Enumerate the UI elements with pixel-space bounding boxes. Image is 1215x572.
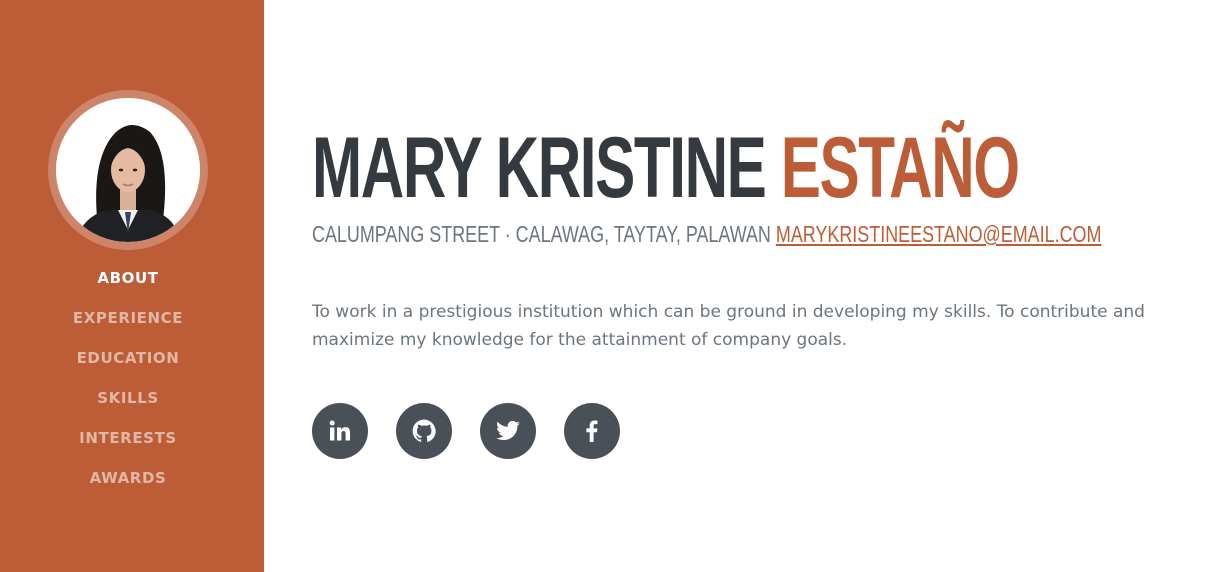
nav-link-about[interactable]: About: [97, 269, 158, 287]
nav-item-about: About: [0, 258, 256, 298]
github-icon: [412, 419, 436, 442]
nav-link-awards[interactable]: Awards: [90, 469, 167, 487]
last-name: ESTAÑO: [780, 120, 1020, 216]
about-section: MARY KRISTINE ESTAÑO CALUMPANG STREET · …: [312, 0, 1215, 572]
avatar-ring: [48, 90, 208, 250]
twitter-icon: [496, 420, 520, 441]
nav-item-interests: Interests: [0, 418, 256, 458]
objective-text: To work in a prestigious institution whi…: [312, 302, 1145, 350]
address: CALUMPANG STREET · CALAWAG, TAYTAY, PALA…: [312, 221, 771, 247]
nav-link-experience[interactable]: Experience: [73, 309, 183, 327]
facebook-button[interactable]: [564, 403, 620, 459]
nav-item-experience: Experience: [0, 298, 256, 338]
twitter-button[interactable]: [480, 403, 536, 459]
sidebar: About Experience Education Skills Intere…: [0, 0, 264, 572]
nav-item-skills: Skills: [0, 378, 256, 418]
nav-link-skills[interactable]: Skills: [97, 389, 159, 407]
nav-link-interests[interactable]: Interests: [79, 429, 177, 447]
avatar: [56, 98, 200, 242]
nav-item-education: Education: [0, 338, 256, 378]
page-title: MARY KRISTINE ESTAÑO: [312, 118, 1020, 218]
linkedin-icon: [329, 420, 350, 441]
facebook-icon: [586, 420, 598, 442]
sidebar-nav: About Experience Education Skills Intere…: [0, 258, 256, 498]
social-icons: [312, 403, 648, 459]
nav-link-education[interactable]: Education: [77, 349, 180, 367]
contact-line: CALUMPANG STREET · CALAWAG, TAYTAY, PALA…: [312, 220, 1101, 248]
nav-item-awards: Awards: [0, 458, 256, 498]
email-link[interactable]: MARYKRISTINEESTANO@EMAIL.COM: [776, 221, 1102, 247]
first-name: MARY KRISTINE: [312, 120, 767, 216]
linkedin-button[interactable]: [312, 403, 368, 459]
github-button[interactable]: [396, 403, 452, 459]
